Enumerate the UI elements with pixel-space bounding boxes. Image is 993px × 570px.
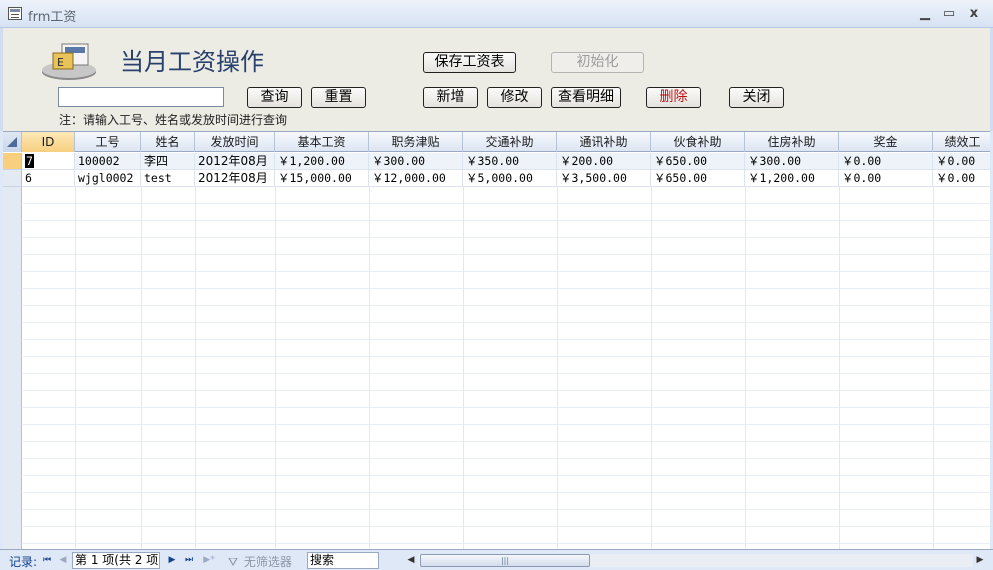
window-title-bar: frm工资 ▁ ▭ x bbox=[0, 0, 993, 28]
grid-line bbox=[195, 187, 196, 549]
cell-base-salary[interactable]: ￥15,000.00 bbox=[275, 170, 369, 187]
grid-line bbox=[75, 187, 76, 549]
cell-bonus[interactable]: ￥0.00 bbox=[839, 170, 933, 187]
grid-line bbox=[651, 187, 652, 549]
cell-housing-allowance[interactable]: ￥300.00 bbox=[745, 153, 839, 170]
column-header-position-allowance[interactable]: 职务津贴 bbox=[369, 132, 463, 152]
grid-line bbox=[557, 187, 558, 549]
grid-line bbox=[369, 187, 370, 549]
horizontal-scrollbar[interactable]: ◀ ||| ▶ bbox=[404, 552, 987, 569]
column-header-bonus[interactable]: 奖金 bbox=[839, 132, 933, 152]
cell-position-allowance[interactable]: ￥300.00 bbox=[369, 153, 463, 170]
table-row[interactable]: 6 wjgl0002 test 2012年08月 ￥15,000.00 ￥12,… bbox=[3, 170, 990, 187]
column-header-base-salary[interactable]: 基本工资 bbox=[275, 132, 369, 152]
next-record-icon[interactable]: ▶ bbox=[166, 553, 178, 567]
close-form-button[interactable]: 关闭 bbox=[729, 87, 784, 108]
scroll-left-icon[interactable]: ◀ bbox=[404, 552, 418, 569]
cell-meal-allowance[interactable]: ￥650.00 bbox=[651, 153, 745, 170]
cell-performance[interactable]: ￥0.00 bbox=[933, 153, 990, 170]
cell-employee-no[interactable]: 100002 bbox=[75, 153, 141, 170]
column-header-meal-allowance[interactable]: 伙食补助 bbox=[651, 132, 745, 152]
select-all-icon bbox=[7, 137, 17, 147]
cell-name[interactable]: test bbox=[141, 170, 195, 187]
grid-header-row: ID 工号 姓名 发放时间 基本工资 职务津贴 交通补助 通讯补助 伙食补助 住… bbox=[3, 132, 990, 152]
search-input[interactable] bbox=[58, 87, 224, 107]
close-window-button[interactable]: x bbox=[966, 6, 982, 22]
column-header-telecom-allowance[interactable]: 通讯补助 bbox=[557, 132, 651, 152]
page-title: 当月工资操作 bbox=[120, 48, 264, 76]
cell-transport-allowance[interactable]: ￥5,000.00 bbox=[463, 170, 557, 187]
grid-line bbox=[275, 187, 276, 549]
cell-bonus[interactable]: ￥0.00 bbox=[839, 153, 933, 170]
grid-line bbox=[839, 187, 840, 549]
last-record-icon[interactable]: ⏭ bbox=[183, 553, 195, 567]
payroll-logo-icon: E bbox=[42, 43, 96, 80]
column-header-pay-date[interactable]: 发放时间 bbox=[195, 132, 275, 152]
current-record-field[interactable]: 第 1 项(共 2 项) bbox=[72, 552, 160, 569]
grid-line bbox=[933, 187, 934, 549]
funnel-icon: ⛛ bbox=[228, 555, 239, 569]
grid-line bbox=[745, 187, 746, 549]
column-header-transport-allowance[interactable]: 交通补助 bbox=[463, 132, 557, 152]
empty-grid-area bbox=[23, 187, 990, 549]
new-record-icon[interactable]: ▶* bbox=[201, 553, 217, 567]
cell-pay-date[interactable]: 2012年08月 bbox=[195, 153, 275, 170]
save-salary-sheet-button[interactable]: 保存工资表 bbox=[423, 52, 516, 73]
minimize-button[interactable]: ▁ bbox=[917, 6, 933, 22]
form-icon bbox=[8, 7, 22, 20]
cell-id[interactable]: 7 bbox=[22, 153, 75, 170]
row-selector[interactable] bbox=[3, 170, 22, 187]
navigation-search-input[interactable]: 搜索 bbox=[307, 552, 379, 569]
select-all-corner[interactable] bbox=[3, 132, 22, 152]
logo-letter: E bbox=[57, 56, 64, 69]
cell-name[interactable]: 李四 bbox=[141, 153, 195, 170]
first-record-icon[interactable]: ⏮ bbox=[41, 553, 53, 567]
column-header-name[interactable]: 姓名 bbox=[141, 132, 195, 152]
cell-id[interactable]: 6 bbox=[22, 170, 75, 187]
edit-button[interactable]: 修改 bbox=[487, 87, 542, 108]
form-header: E 当月工资操作 保存工资表 初始化 查询 重置 新增 修改 查看明细 删除 关… bbox=[0, 28, 993, 131]
search-hint: 注：请输入工号、姓名或发放时间进行查询 bbox=[59, 113, 288, 127]
cell-meal-allowance[interactable]: ￥650.00 bbox=[651, 170, 745, 187]
view-detail-button[interactable]: 查看明细 bbox=[551, 87, 621, 108]
row-selector[interactable] bbox=[3, 153, 22, 170]
previous-record-icon[interactable]: ◀ bbox=[57, 553, 69, 567]
grid-line bbox=[141, 187, 142, 549]
row-selector-strip bbox=[3, 187, 22, 549]
table-row[interactable]: 7 100002 李四 2012年08月 ￥1,200.00 ￥300.00 ￥… bbox=[3, 153, 990, 170]
filter-toggle[interactable]: ⛛ 无筛选器 bbox=[228, 553, 292, 570]
cell-performance[interactable]: ￥0.00 bbox=[933, 170, 990, 187]
filter-label: 无筛选器 bbox=[243, 555, 292, 569]
cell-housing-allowance[interactable]: ￥1,200.00 bbox=[745, 170, 839, 187]
grid-line bbox=[463, 187, 464, 549]
salary-datasheet: ID 工号 姓名 发放时间 基本工资 职务津贴 交通补助 通讯补助 伙食补助 住… bbox=[3, 131, 990, 549]
cell-position-allowance[interactable]: ￥12,000.00 bbox=[369, 170, 463, 187]
window-title: frm工资 bbox=[28, 10, 77, 25]
query-button[interactable]: 查询 bbox=[247, 87, 302, 108]
column-header-employee-no[interactable]: 工号 bbox=[75, 132, 141, 152]
cell-telecom-allowance[interactable]: ￥200.00 bbox=[557, 153, 651, 170]
record-label: 记录: bbox=[9, 555, 38, 569]
scroll-right-icon[interactable]: ▶ bbox=[973, 552, 987, 569]
column-header-housing-allowance[interactable]: 住房补助 bbox=[745, 132, 839, 152]
column-header-id[interactable]: ID bbox=[22, 132, 75, 152]
column-header-performance[interactable]: 绩效工 bbox=[933, 132, 990, 152]
cell-employee-no[interactable]: wjgl0002 bbox=[75, 170, 141, 187]
scroll-thumb[interactable]: ||| bbox=[420, 554, 590, 567]
initialize-button[interactable]: 初始化 bbox=[551, 52, 644, 73]
delete-button[interactable]: 删除 bbox=[646, 87, 701, 108]
grid-rows: 7 100002 李四 2012年08月 ￥1,200.00 ￥300.00 ￥… bbox=[3, 153, 990, 187]
record-navigation-bar: 记录: ⏮ ◀ 第 1 项(共 2 项) ▶ ⏭ ▶* ⛛ 无筛选器 搜索 ◀ … bbox=[0, 549, 993, 570]
cell-transport-allowance[interactable]: ￥350.00 bbox=[463, 153, 557, 170]
cell-telecom-allowance[interactable]: ￥3,500.00 bbox=[557, 170, 651, 187]
cell-pay-date[interactable]: 2012年08月 bbox=[195, 170, 275, 187]
scroll-track[interactable]: ||| bbox=[418, 554, 973, 567]
add-button[interactable]: 新增 bbox=[423, 87, 478, 108]
cell-base-salary[interactable]: ￥1,200.00 bbox=[275, 153, 369, 170]
cell-id-value: 7 bbox=[25, 154, 34, 168]
maximize-button[interactable]: ▭ bbox=[941, 6, 957, 22]
reset-button[interactable]: 重置 bbox=[311, 87, 366, 108]
